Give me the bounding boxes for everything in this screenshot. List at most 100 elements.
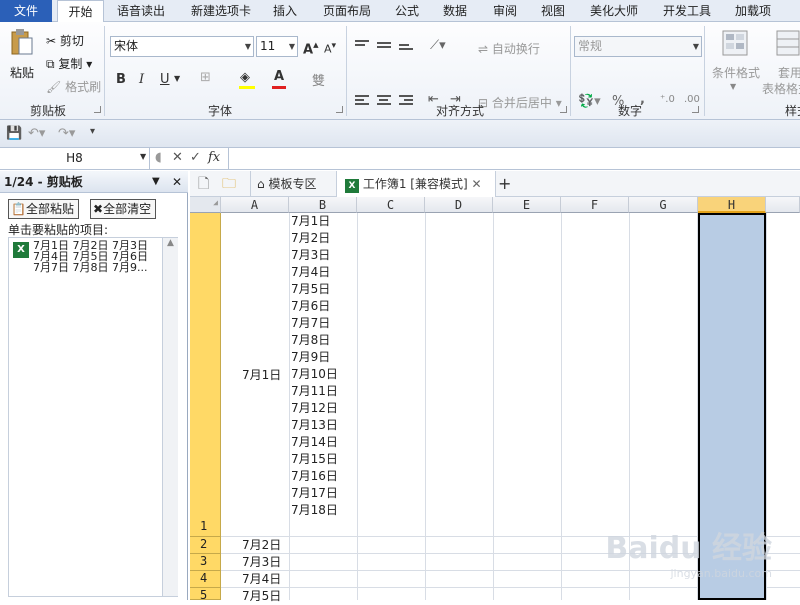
row-header-1[interactable]: 1 <box>190 213 221 537</box>
align-left-icon[interactable] <box>355 95 369 107</box>
new-doc-icon[interactable]: 🗋 <box>198 171 209 197</box>
tab-beautify[interactable]: 美化大师 <box>584 0 644 22</box>
grow-font-icon[interactable]: A▴ <box>303 38 319 57</box>
align-launcher-icon[interactable] <box>560 106 567 113</box>
column-header-f[interactable]: F <box>561 197 629 213</box>
cell-b1-line: 7月3日 <box>291 248 331 262</box>
orientation-icon[interactable]: ⟋▾ <box>430 38 446 53</box>
tab-addins[interactable]: 加载项 <box>728 0 778 22</box>
wrap-text-button[interactable]: ⇌ 自动换行 <box>478 40 540 57</box>
tab-view[interactable]: 视图 <box>534 0 572 22</box>
format-painter-button[interactable]: 🖌 格式刷 <box>46 78 101 95</box>
chevron-down-icon[interactable]: ▼ <box>730 82 736 91</box>
tab-home[interactable]: 开始 <box>57 0 104 23</box>
cell-a5[interactable]: 7月5日 <box>242 588 281 605</box>
column-header-c[interactable]: C <box>357 197 425 213</box>
close-icon[interactable]: ✕ <box>172 171 182 193</box>
font-color-icon[interactable]: A <box>274 69 284 84</box>
scrollbar[interactable]: ▲ <box>162 238 178 596</box>
column-header-e[interactable]: E <box>493 197 561 213</box>
expand-icon[interactable]: ◖ <box>155 150 162 165</box>
row-header-4[interactable]: 4 <box>190 571 221 588</box>
italic-button[interactable]: I <box>139 72 144 87</box>
tab-developer[interactable]: 开发工具 <box>656 0 718 22</box>
underline-button[interactable]: U <box>160 72 170 87</box>
tab-page-layout[interactable]: 页面布局 <box>314 0 380 22</box>
cell-a2[interactable]: 7月2日 <box>242 537 281 554</box>
tab-data[interactable]: 数据 <box>436 0 474 22</box>
font-name-combo[interactable]: 宋体 ▼ <box>110 36 254 57</box>
insert-function-icon[interactable]: fx <box>208 150 220 165</box>
conditional-format-icon[interactable] <box>722 30 748 56</box>
number-launcher-icon[interactable] <box>692 106 699 113</box>
fill-color-icon[interactable]: ◈ <box>240 70 250 85</box>
increase-decimal-icon[interactable]: ⁺.0 <box>660 94 675 105</box>
column-header-next[interactable] <box>766 197 800 213</box>
shrink-font-icon[interactable]: A▾ <box>324 40 336 56</box>
select-all-corner[interactable]: ◢ <box>190 197 221 213</box>
font-color-bar <box>272 86 286 89</box>
decrease-decimal-icon[interactable]: .00 <box>684 94 700 105</box>
formula-input[interactable] <box>228 148 800 169</box>
row-header-3[interactable]: 3 <box>190 554 221 571</box>
undo-icon[interactable]: ↶▾ <box>28 126 45 141</box>
cell-b1-line: 7月12日 <box>291 401 338 415</box>
border-icon[interactable]: ⊞ <box>200 70 211 85</box>
paste-label[interactable]: 粘贴 <box>10 64 34 81</box>
tab-new[interactable]: 新建选项卡 <box>180 0 262 22</box>
paste-all-button[interactable]: 📋全部粘贴 <box>8 199 79 219</box>
align-right-icon[interactable] <box>399 95 413 107</box>
conditional-format-button[interactable]: 条件格式 <box>712 64 760 81</box>
tab-formulas[interactable]: 公式 <box>388 0 426 22</box>
cut-button[interactable]: ✂ 剪切 <box>46 32 84 49</box>
copy-button[interactable]: ⧉ 复制 ▾ <box>46 55 92 72</box>
folder-icon[interactable]: 🗀 <box>222 171 236 197</box>
phonetic-icon[interactable]: 雙 <box>312 70 325 89</box>
redo-icon[interactable]: ↷▾ <box>58 126 75 141</box>
column-header-g[interactable]: G <box>629 197 698 213</box>
apply-button[interactable]: 套用 <box>778 64 800 81</box>
bold-button[interactable]: B <box>116 72 126 87</box>
tab-voice[interactable]: 语音读出 <box>108 0 174 22</box>
column-header-h[interactable]: H <box>698 197 766 213</box>
clipboard-launcher-icon[interactable] <box>94 106 101 113</box>
save-icon[interactable]: 💾 <box>6 126 22 141</box>
clear-all-button[interactable]: ✖全部清空 <box>90 199 157 219</box>
align-middle-icon[interactable] <box>377 42 391 54</box>
add-tab-button[interactable]: + <box>498 171 511 197</box>
chevron-down-icon[interactable]: ▼ <box>140 152 146 161</box>
cell-b1[interactable]: 7月1日 7月2日 7月3日 7月4日 7月5日 7月6日 7月7日 7月8日 7月9日 7月10… <box>291 213 357 519</box>
pane-menu-icon[interactable]: ▼ <box>152 171 160 193</box>
cell-a4[interactable]: 7月4日 <box>242 571 281 588</box>
column-header-b[interactable]: B <box>289 197 357 213</box>
close-icon[interactable]: ✕ <box>471 177 481 191</box>
customize-qat-icon[interactable]: ▾ <box>90 126 95 137</box>
clipboard-item[interactable]: 7月1日 7月2日 7月3日 7月4日 7月5日 7月6日 7月7日 7月8日 … <box>33 240 161 273</box>
column-header-d[interactable]: D <box>425 197 493 213</box>
number-format-combo[interactable]: 常规 ▼ <box>574 36 702 57</box>
tab-file[interactable]: 文件 <box>0 0 52 22</box>
align-center-icon[interactable] <box>377 95 391 107</box>
tab-insert[interactable]: 插入 <box>266 0 304 22</box>
row-header-5[interactable]: 5 <box>190 588 221 602</box>
font-size-combo[interactable]: 11 ▼ <box>256 36 298 57</box>
tab-review[interactable]: 审阅 <box>486 0 524 22</box>
font-launcher-icon[interactable] <box>336 106 343 113</box>
chevron-down-icon[interactable]: ▼ <box>174 74 180 83</box>
currency-icon[interactable]: 💱▾ <box>578 94 601 109</box>
align-top-icon[interactable] <box>355 40 369 52</box>
column-header-a[interactable]: A <box>221 197 289 213</box>
enter-icon[interactable]: ✓ <box>190 150 201 165</box>
cancel-icon[interactable]: ✕ <box>172 150 183 165</box>
align-bottom-icon[interactable] <box>399 44 413 56</box>
row-header-2[interactable]: 2 <box>190 537 221 554</box>
cell-a1[interactable]: 7月1日 <box>242 367 281 384</box>
tab-template[interactable]: ⌂ 模板专区 <box>250 171 316 197</box>
cell-a3[interactable]: 7月3日 <box>242 554 281 571</box>
table-format-icon[interactable] <box>776 30 800 56</box>
table-format-button[interactable]: 表格格式 <box>762 80 800 97</box>
scroll-up-icon[interactable]: ▲ <box>163 238 178 248</box>
tab-workbook[interactable]: X 工作簿1 [兼容模式] ✕ <box>336 171 496 197</box>
name-box[interactable]: H8 <box>0 148 150 169</box>
paste-button[interactable] <box>10 28 34 58</box>
